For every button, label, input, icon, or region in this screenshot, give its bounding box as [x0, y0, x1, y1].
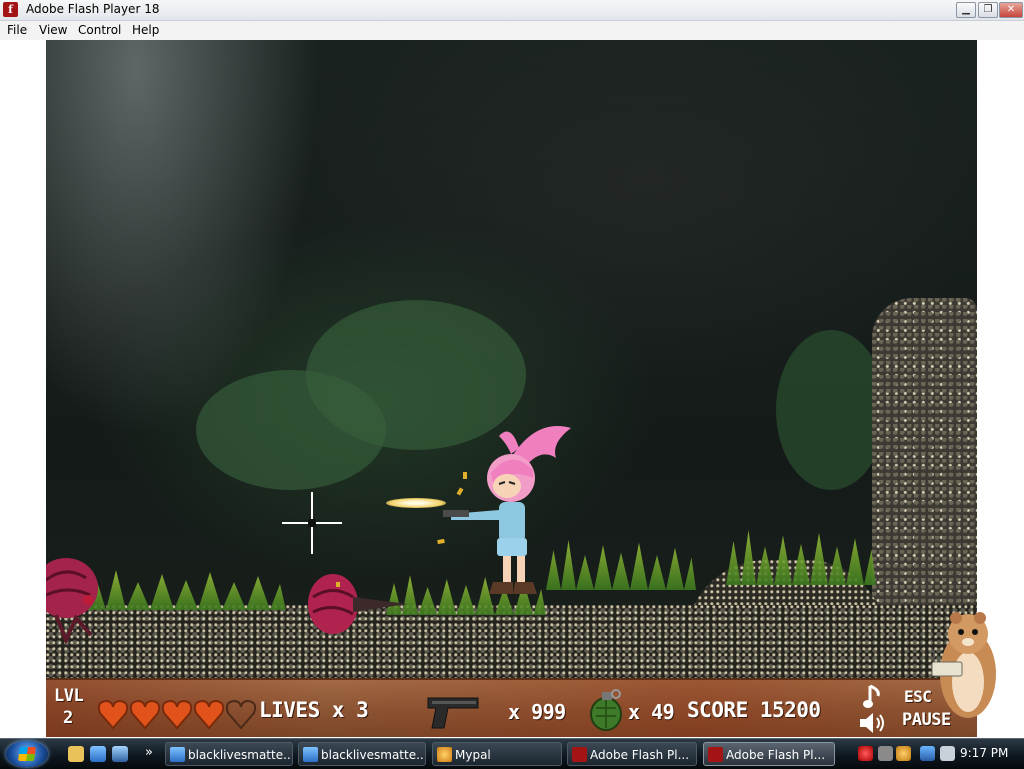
- player-character: [443, 426, 571, 594]
- taskbar-item-label: Mypal: [455, 748, 491, 762]
- taskbar-item[interactable]: Mypal: [432, 742, 562, 766]
- taskbar-item[interactable]: blacklivesmatte...: [298, 742, 426, 766]
- minimize-button[interactable]: ▁: [956, 2, 976, 18]
- health-hearts: [97, 699, 257, 730]
- menu-help[interactable]: Help: [132, 23, 159, 37]
- fern-foliage: [776, 330, 886, 490]
- mypal-icon: [437, 747, 452, 762]
- taskbar-item-label: Adobe Flash Pl...: [590, 748, 690, 762]
- tray-app-icon[interactable]: [878, 746, 893, 761]
- pistol-icon: [427, 697, 479, 729]
- network-icon[interactable]: [920, 746, 935, 761]
- heart-full-icon: [161, 699, 193, 730]
- game-canvas[interactable]: LVL 2 LIVES x 3 x 999 x 49 SCORE 15200 E…: [46, 40, 977, 737]
- taskbar: » blacklivesmatte... blacklivesmatte... …: [0, 738, 1024, 769]
- search-tray-icon[interactable]: [896, 746, 911, 761]
- taskbar-item-active[interactable]: Adobe Flash Pl...: [703, 742, 835, 766]
- show-desktop-icon[interactable]: [112, 746, 128, 762]
- menu-bar: File View Control Help: [0, 21, 1024, 40]
- grenade-icon: [590, 689, 622, 731]
- ie-icon: [170, 747, 185, 762]
- level-label: LVL: [54, 686, 84, 706]
- heart-full-icon: [129, 699, 161, 730]
- level-value: 2: [63, 708, 73, 728]
- lives-counter: LIVES x 3: [259, 698, 369, 722]
- heart-full-icon: [193, 699, 225, 730]
- enemy-creature: [46, 558, 98, 646]
- quicklaunch-chevron-icon[interactable]: »: [145, 745, 153, 760]
- folder-icon[interactable]: [68, 746, 84, 762]
- menu-control[interactable]: Control: [78, 23, 121, 37]
- volume-icon[interactable]: [940, 746, 955, 761]
- taskbar-item-label: blacklivesmatte...: [321, 748, 426, 762]
- window-title: Adobe Flash Player 18: [26, 2, 160, 16]
- close-button[interactable]: ✕: [999, 2, 1023, 18]
- minimize-icon: ▁: [962, 4, 970, 15]
- heart-empty-icon: [225, 699, 257, 730]
- esc-key-label: ESC: [904, 687, 932, 706]
- grenade-counter: x 49: [628, 700, 675, 724]
- menu-view[interactable]: View: [39, 23, 67, 37]
- system-clock: 9:17 PM: [960, 746, 1009, 760]
- security-alert-icon[interactable]: [858, 746, 873, 761]
- windows-logo-icon: [18, 747, 36, 761]
- enemy-creature: [308, 574, 408, 634]
- muzzle-flash: [386, 498, 446, 508]
- heart-full-icon: [97, 699, 129, 730]
- crosshair-cursor: [282, 492, 342, 554]
- taskbar-item[interactable]: blacklivesmatte...: [165, 742, 293, 766]
- start-button[interactable]: [6, 741, 48, 767]
- taskbar-item[interactable]: Adobe Flash Pl...: [567, 742, 697, 766]
- ammo-counter: x 999: [508, 700, 566, 724]
- hamster-mascot: [931, 612, 996, 718]
- title-bar: f Adobe Flash Player 18 ▁ ❐ ✕: [0, 0, 1024, 21]
- taskbar-item-label: Adobe Flash Pl...: [726, 748, 826, 762]
- menu-file[interactable]: File: [7, 23, 27, 37]
- speaker-icon[interactable]: [858, 710, 890, 736]
- flash-icon: [572, 747, 587, 762]
- close-icon: ✕: [1006, 4, 1016, 15]
- ie-icon: [303, 747, 318, 762]
- score-display: SCORE 15200: [687, 698, 821, 722]
- music-note-icon[interactable]: [862, 684, 884, 710]
- maximize-icon: ❐: [983, 4, 993, 15]
- flash-icon: f: [3, 2, 18, 17]
- ie-icon[interactable]: [90, 746, 106, 762]
- hud-bar: LVL 2 LIVES x 3 x 999 x 49 SCORE 15200 E…: [46, 678, 977, 737]
- maximize-button[interactable]: ❐: [978, 2, 998, 18]
- flash-icon: [708, 747, 723, 762]
- taskbar-item-label: blacklivesmatte...: [188, 748, 293, 762]
